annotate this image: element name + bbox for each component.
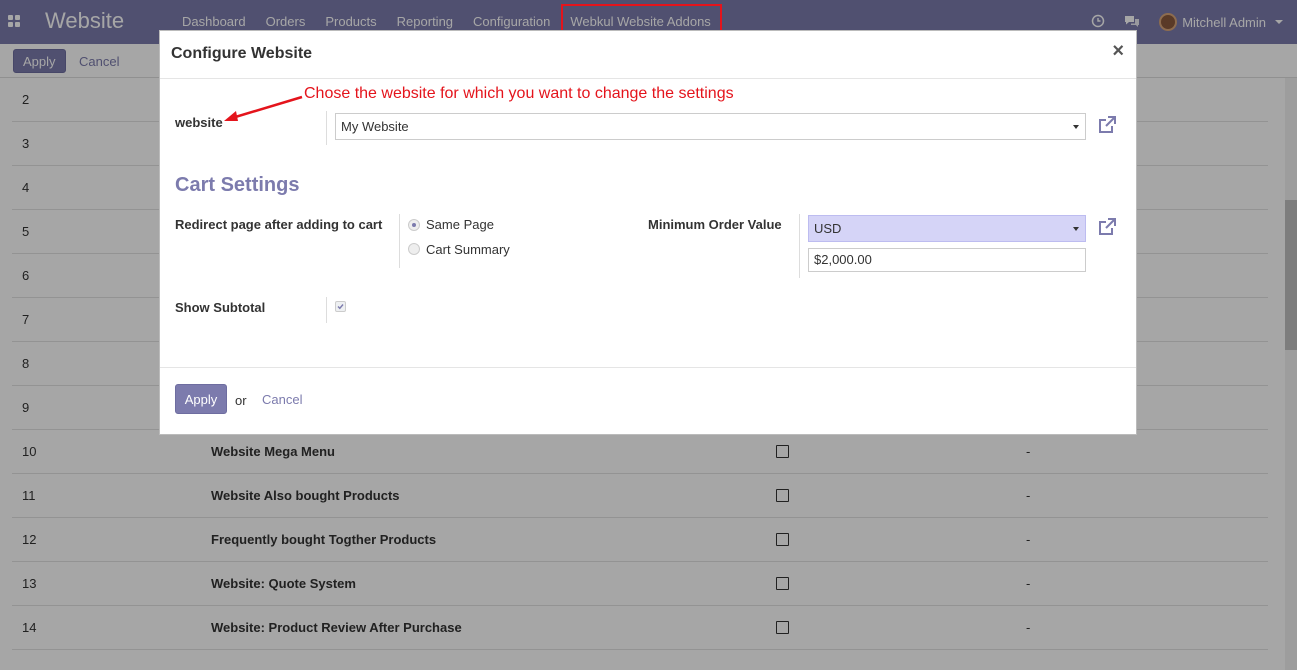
dialog-cancel-button[interactable]: Cancel: [256, 384, 308, 414]
cart-settings-title: Cart Settings: [175, 174, 300, 196]
footer-or-text: or: [235, 393, 247, 408]
min-order-label: Minimum Order Value: [648, 217, 782, 232]
modal-footer: Apply or Cancel: [160, 367, 1136, 435]
external-link-icon[interactable]: [1097, 217, 1117, 237]
close-icon[interactable]: ×: [1112, 41, 1124, 61]
modal-title: Configure Website: [171, 45, 313, 62]
annotation-arrow-icon: [224, 95, 303, 121]
website-select-value: My Website: [341, 119, 409, 134]
dialog-apply-button[interactable]: Apply: [175, 384, 227, 414]
modal-header: Configure Website ×: [160, 31, 1136, 79]
redirect-label: Redirect page after adding to cart: [175, 217, 383, 232]
dropdown-caret-icon: [1073, 125, 1079, 129]
website-select[interactable]: My Website: [335, 113, 1086, 140]
dropdown-caret-icon: [1073, 227, 1079, 231]
website-label: website: [175, 115, 223, 130]
radio-same-page-label[interactable]: Same Page: [426, 217, 494, 232]
min-order-amount-input[interactable]: $2,000.00: [808, 248, 1086, 272]
radio-cart-summary[interactable]: [408, 243, 420, 255]
radio-cart-summary-label[interactable]: Cart Summary: [426, 242, 510, 257]
show-subtotal-label: Show Subtotal: [175, 300, 266, 315]
show-subtotal-checkbox[interactable]: [335, 301, 346, 312]
configure-website-dialog: Configure Website × Chose the website fo…: [159, 30, 1137, 435]
annotation-text: Chose the website for which you want to …: [304, 85, 734, 102]
currency-select-value: USD: [814, 221, 842, 236]
field-separator: [326, 111, 327, 145]
field-separator: [799, 214, 800, 278]
field-separator: [399, 214, 400, 268]
external-link-icon[interactable]: [1097, 115, 1117, 135]
checkmark-icon: [337, 304, 344, 310]
radio-same-page[interactable]: [408, 219, 420, 231]
currency-select[interactable]: USD: [808, 215, 1086, 242]
field-separator: [326, 297, 327, 323]
